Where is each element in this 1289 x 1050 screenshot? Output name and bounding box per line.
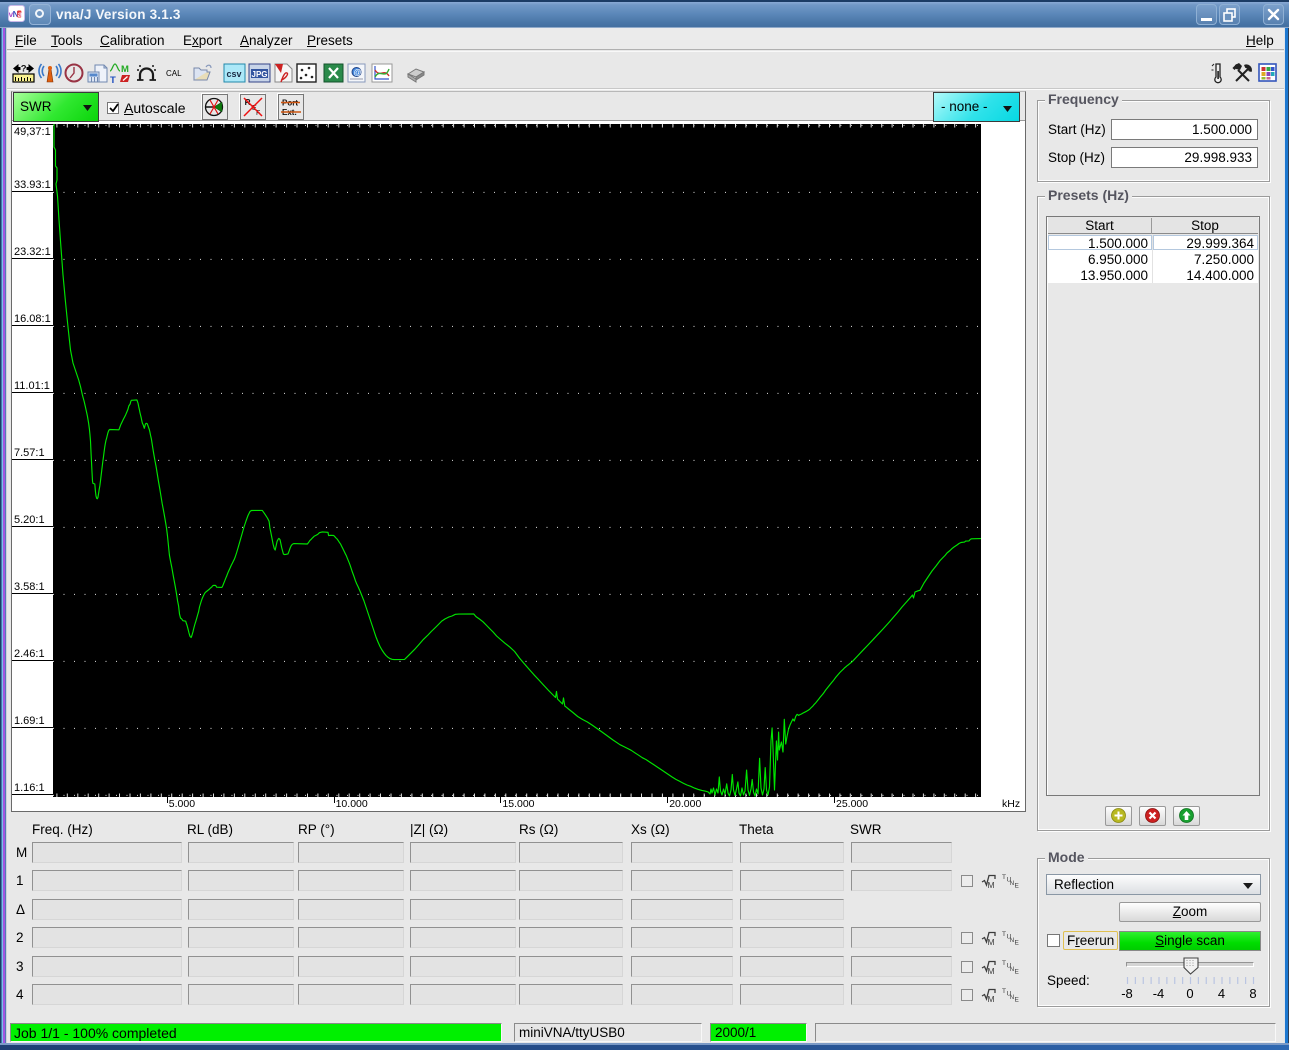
svg-text:T: T xyxy=(1002,874,1006,881)
svg-text:M: M xyxy=(988,966,995,975)
svg-text:T: T xyxy=(1002,931,1006,938)
svg-text:T: T xyxy=(110,75,116,86)
svg-text:JPG: JPG xyxy=(252,70,268,79)
svg-text:csv: csv xyxy=(227,69,242,79)
svg-text:M: M xyxy=(121,64,129,75)
svg-text:M: M xyxy=(988,937,995,946)
svg-text:E: E xyxy=(1015,968,1020,975)
svg-text:M: M xyxy=(988,880,995,889)
svg-text:E: E xyxy=(1015,997,1020,1004)
svg-text:CAL: CAL xyxy=(166,69,182,78)
svg-text:M: M xyxy=(988,994,995,1003)
svg-text:a: a xyxy=(18,9,23,19)
svg-text:@: @ xyxy=(354,68,362,77)
svg-text:T: T xyxy=(1002,960,1006,967)
svg-text:E: E xyxy=(1015,940,1020,947)
svg-text:?: ? xyxy=(21,64,27,75)
svg-text:E: E xyxy=(1015,883,1020,890)
svg-text:T: T xyxy=(1002,988,1006,995)
